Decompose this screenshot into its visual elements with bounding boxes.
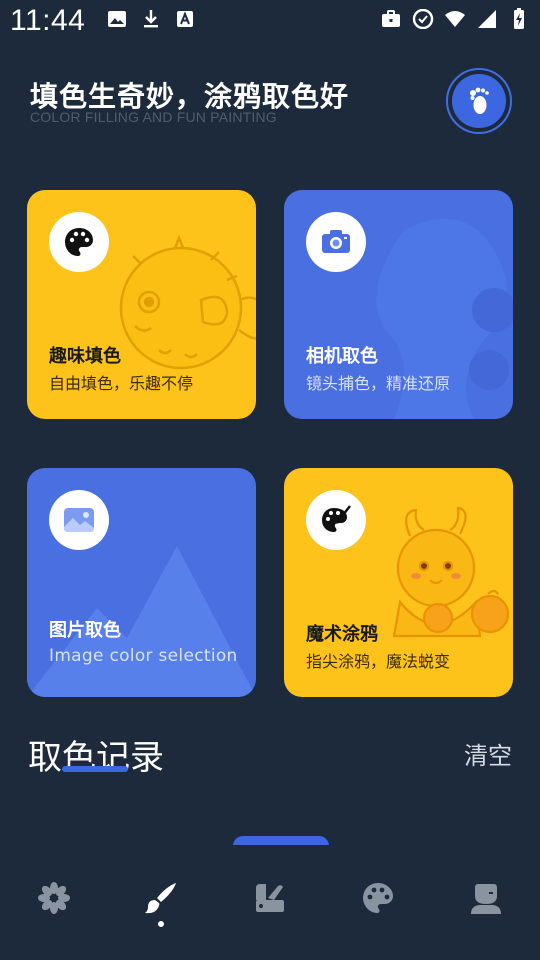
history-title-underline — [62, 766, 128, 772]
image-icon — [106, 8, 128, 30]
card-subtitle: 指尖涂鸦，魔法蜕变 — [306, 652, 451, 671]
status-system-icons — [380, 8, 530, 30]
nav-item-profile[interactable] — [466, 878, 506, 918]
card-subtitle: 自由填色，乐趣不停 — [49, 374, 194, 393]
nav-item-palette[interactable] — [358, 878, 398, 918]
profile-icon — [471, 884, 501, 914]
picture-icon — [64, 508, 94, 532]
picture-icon-badge — [49, 490, 109, 550]
cast-icon — [412, 8, 434, 30]
palette-icon — [65, 228, 93, 256]
card-fun-coloring[interactable]: 趣味填色 自由填色，乐趣不停 — [27, 190, 256, 419]
card-subtitle: 镜头捕色，精准还原 — [306, 374, 451, 393]
palette-icon-badge — [49, 212, 109, 272]
camera-icon-badge — [306, 212, 366, 272]
nav-active-dot — [158, 921, 164, 927]
header: 填色生奇妙，涂鸦取色好 COLOR FILLING AND FUN PAINTI… — [30, 75, 349, 125]
status-time: 11:44 — [10, 4, 86, 37]
footprint-button[interactable] — [446, 68, 512, 134]
pufferfish-illustration — [119, 234, 256, 370]
a-icon — [174, 8, 196, 30]
paint-palette-icon — [322, 505, 351, 532]
signal-icon — [476, 8, 498, 30]
nav-item-paint[interactable] — [141, 878, 181, 918]
battery-icon — [508, 8, 530, 30]
brush-icon — [145, 883, 176, 914]
card-title: 魔术涂鸦 — [306, 624, 378, 645]
nav-item-swatch[interactable] — [250, 878, 290, 918]
card-image-color-pick[interactable]: 图片取色 Image color selection — [27, 468, 256, 697]
clear-history-button[interactable]: 清空 — [464, 736, 512, 771]
color-swatch-icon — [256, 884, 284, 912]
flower-icon — [38, 882, 70, 914]
download-icon — [140, 8, 162, 30]
card-subtitle: Image color selection — [49, 646, 238, 666]
card-magic-doodle[interactable]: 魔术涂鸦 指尖涂鸦，魔法蜕变 — [284, 468, 513, 697]
palette-icon — [363, 883, 393, 913]
nav-item-home[interactable] — [34, 878, 74, 918]
paint-palette-icon-badge — [306, 490, 366, 550]
card-camera-color-pick[interactable]: 相机取色 镜头捕色，精准还原 — [284, 190, 513, 419]
status-bar: 11:44 — [0, 0, 540, 44]
briefcase-icon — [380, 8, 402, 30]
wifi-icon — [444, 8, 466, 30]
footprint-icon — [470, 87, 489, 114]
card-title: 趣味填色 — [49, 346, 121, 367]
status-notification-icons — [106, 8, 196, 30]
dragon-illustration — [392, 506, 510, 638]
card-title: 相机取色 — [306, 346, 378, 367]
card-title: 图片取色 — [49, 620, 121, 641]
camera-icon — [322, 230, 350, 253]
